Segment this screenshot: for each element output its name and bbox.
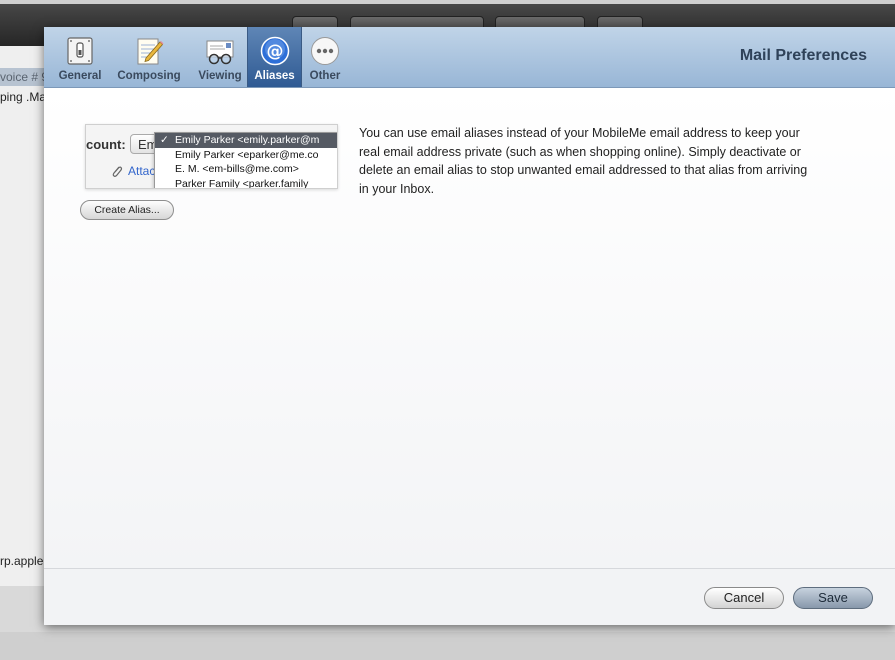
attach-link: Attac [128,164,156,178]
mail-preferences-dialog: General Composing Viewing @ Aliases Othe… [44,27,895,625]
tab-other-label: Other [309,70,341,82]
dropdown-item-text: Emily Parker <emily.parker@m [175,134,320,146]
dropdown-item: ✓ Emily Parker <emily.parker@m [155,133,337,148]
dropdown-item-text: E. M. <em-bills@me.com> [175,163,299,175]
aliases-description: You can use email aliases instead of you… [359,126,808,196]
dropdown-item: E. M. <em-bills@me.com> [155,162,337,177]
background-list-row: ping .Ma [0,90,44,104]
pencil-notepad-icon [137,38,164,65]
dropdown-item: Parker Family <parker.family [155,177,337,189]
background-status-bar [0,632,895,660]
dropdown-item-text: Emily Parker <eparker@me.co [175,148,319,161]
tab-aliases[interactable]: @ Aliases [247,27,302,87]
glasses-letter-icon [206,40,234,65]
svg-text:@: @ [266,42,283,62]
dialog-header: General Composing Viewing @ Aliases Othe… [44,27,895,88]
tab-general-label: General [58,70,102,82]
tab-general[interactable]: General [53,27,107,87]
account-label: count: [86,137,126,152]
more-dots-icon [311,37,339,65]
tab-composing-label: Composing [117,70,181,82]
at-sign-icon: @ [260,36,289,66]
tab-viewing-label: Viewing [198,70,242,82]
cancel-button[interactable]: Cancel [704,587,784,609]
from-address-dropdown: ✓ Emily Parker <emily.parker@m Emily Par… [154,132,337,189]
background-toolbar-strip [0,0,895,4]
dialog-title: Mail Preferences [739,47,867,64]
background-list-row: rp.apple [0,554,44,568]
save-button[interactable]: Save [793,587,873,609]
background-message-list: voice # 9 ping .Ma rp.apple [0,46,44,586]
background-list-row: voice # 9 [0,68,44,86]
switch-icon [67,37,93,65]
dropdown-item-text: Parker Family <parker.family [175,177,309,189]
checkmark-icon: ✓ [160,134,169,146]
tab-viewing[interactable]: Viewing [192,27,248,87]
dropdown-item: Emily Parker <eparker@me.co [155,148,337,163]
dialog-footer: Cancel Save [44,568,895,625]
aliases-panel: count: Em Attac ✓ Emily Parker <emily.pa… [44,88,895,568]
create-alias-button[interactable]: Create Alias... [80,200,174,220]
tab-other[interactable]: Other [302,27,348,87]
alias-preview-illustration: count: Em Attac ✓ Emily Parker <emily.pa… [85,124,338,189]
tab-aliases-label: Aliases [254,70,295,82]
tab-composing[interactable]: Composing [114,27,184,87]
paperclip-icon [112,166,123,177]
